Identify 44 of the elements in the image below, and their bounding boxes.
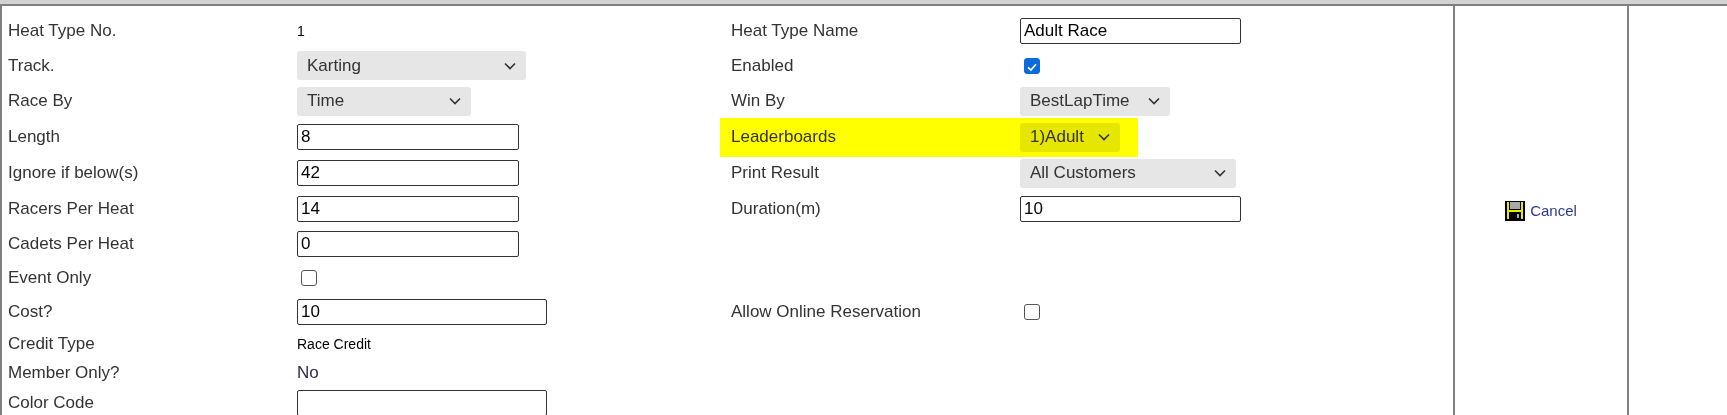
text-field[interactable]: 14 bbox=[297, 195, 519, 222]
field-label: Win By bbox=[731, 91, 786, 111]
field-label: Racers Per Heat bbox=[8, 198, 135, 219]
text-field[interactable]: 10 bbox=[1020, 195, 1241, 222]
field-value: No bbox=[297, 363, 319, 383]
field-label: Print Result bbox=[731, 163, 820, 183]
field-label: Event Only bbox=[8, 268, 93, 288]
field-label: Allow Online Reservation bbox=[731, 302, 922, 322]
field-label: Member Only? bbox=[8, 363, 121, 383]
text-field[interactable] bbox=[297, 390, 547, 415]
field-label: Length bbox=[8, 127, 61, 147]
dropdown[interactable]: 1)Adult bbox=[1020, 122, 1120, 152]
checkbox[interactable] bbox=[1024, 57, 1040, 74]
checkbox[interactable] bbox=[301, 270, 317, 286]
text-field[interactable]: Adult Race bbox=[1020, 18, 1241, 44]
chevron-icon bbox=[504, 61, 516, 70]
text-field[interactable]: 10 bbox=[297, 299, 547, 325]
field-label: Race By bbox=[8, 91, 74, 111]
text-field[interactable]: 8 bbox=[297, 124, 519, 150]
text-field[interactable]: 42 bbox=[297, 160, 519, 186]
text-field[interactable]: 0 bbox=[297, 230, 519, 257]
field-label: Duration(m) bbox=[731, 198, 822, 219]
dropdown[interactable]: Karting bbox=[297, 51, 526, 80]
field-label: Credit Type bbox=[8, 334, 96, 354]
dropdown[interactable]: Time bbox=[297, 86, 471, 116]
chevron-icon bbox=[1214, 169, 1226, 177]
field-label: Cost? bbox=[8, 302, 54, 322]
dropdown[interactable]: All Customers bbox=[1020, 158, 1236, 188]
checkbox[interactable] bbox=[1024, 304, 1040, 320]
chevron-icon bbox=[1148, 97, 1160, 105]
field-label: Enabled bbox=[731, 55, 795, 76]
chevron-icon bbox=[1098, 133, 1110, 141]
chevron-icon bbox=[449, 97, 461, 105]
dropdown[interactable]: BestLapTime bbox=[1020, 86, 1170, 116]
field-label: Cadets Per Heat bbox=[8, 233, 135, 254]
field-label: Heat Type No. bbox=[8, 21, 118, 41]
field-label: Track. bbox=[8, 55, 56, 76]
field-label: Ignore if below(s) bbox=[8, 163, 140, 183]
field-label: Leaderboards bbox=[731, 127, 837, 147]
field-label: Heat Type Name bbox=[731, 21, 860, 41]
cancel-link[interactable]: Cancel bbox=[1505, 200, 1577, 221]
field-value: Race Credit bbox=[297, 336, 371, 352]
field-value: 1 bbox=[297, 23, 305, 39]
field-label: Color Code bbox=[8, 393, 95, 413]
